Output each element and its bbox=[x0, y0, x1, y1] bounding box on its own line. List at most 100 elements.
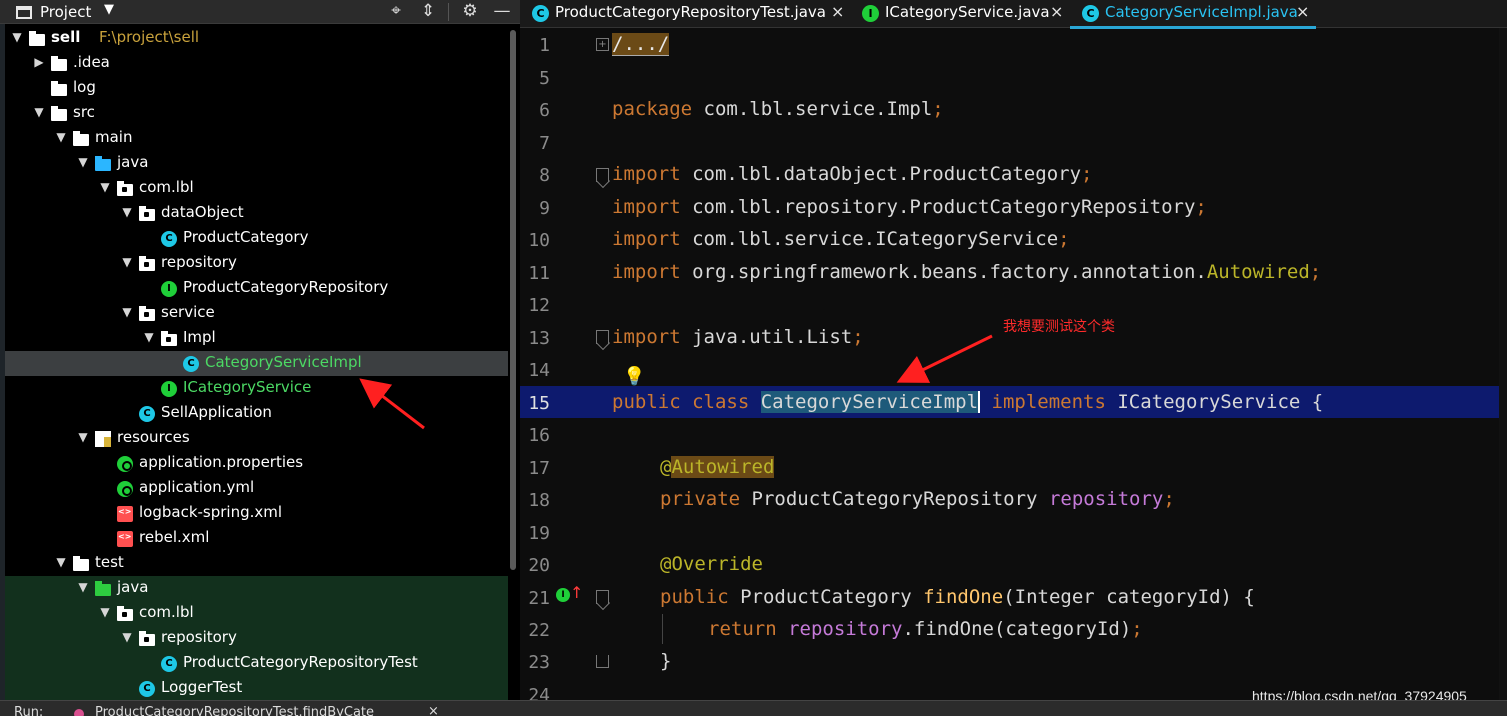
line-number[interactable]: 14 bbox=[520, 360, 550, 381]
line-number[interactable]: 7 bbox=[520, 133, 550, 154]
expand-arrow-icon[interactable]: ▼ bbox=[10, 30, 24, 44]
tree-node-label: CategoryServiceImpl bbox=[205, 353, 362, 371]
fold-collapse-icon[interactable] bbox=[596, 168, 609, 182]
code-editor[interactable]: /.../ package com.lbl.service.Impl; impo… bbox=[612, 28, 1502, 700]
expand-arrow-icon[interactable]: ▼ bbox=[76, 155, 90, 169]
expand-arrow-icon[interactable]: ▼ bbox=[120, 305, 134, 319]
line-number[interactable]: 10 bbox=[520, 230, 550, 251]
close-icon[interactable]: × bbox=[1050, 2, 1063, 21]
line-number[interactable]: 20 bbox=[520, 555, 550, 576]
tree-node-sell[interactable]: ▼ sell F:\project\sell bbox=[5, 26, 508, 51]
tree-node-java[interactable]: ▼ java bbox=[5, 576, 508, 601]
collapse-arrow-icon[interactable]: ▶ bbox=[32, 55, 46, 69]
implements-gutter-icon[interactable]: I bbox=[556, 588, 570, 602]
fold-collapse-icon[interactable] bbox=[596, 590, 609, 604]
class-icon: C bbox=[161, 656, 177, 672]
expand-arrow-icon[interactable]: ▼ bbox=[120, 205, 134, 219]
tree-node-application-properties[interactable]: application.properties bbox=[5, 451, 508, 476]
fold-collapse-icon[interactable] bbox=[596, 330, 609, 344]
line-number[interactable]: 21 bbox=[520, 588, 550, 609]
expand-arrow-icon[interactable]: ▼ bbox=[142, 330, 156, 344]
line-number[interactable]: 8 bbox=[520, 165, 550, 186]
line-number[interactable]: 5 bbox=[520, 68, 550, 89]
tree-node-java[interactable]: ▼ java bbox=[5, 151, 508, 176]
line-number[interactable]: 19 bbox=[520, 523, 550, 544]
tree-node-productcategory[interactable]: C ProductCategory bbox=[5, 226, 508, 251]
class-name-selection[interactable]: CategoryServiceImpl bbox=[760, 391, 981, 413]
project-panel-title[interactable]: Project bbox=[40, 3, 91, 21]
tree-node-main[interactable]: ▼ main bbox=[5, 126, 508, 151]
folded-comment[interactable]: /.../ bbox=[612, 33, 670, 56]
tree-node-loggertest[interactable]: C LoggerTest bbox=[5, 676, 508, 701]
tree-scrollbar[interactable] bbox=[510, 30, 516, 570]
chevron-down-icon[interactable]: ▼ bbox=[104, 2, 114, 17]
collapse-icon[interactable]: ⇕ bbox=[417, 1, 439, 21]
run-config-tab[interactable]: ProductCategoryRepositoryTest.findByCate bbox=[95, 705, 374, 716]
fold-expand-icon[interactable]: + bbox=[596, 38, 609, 51]
tree-node-label: rebel.xml bbox=[139, 528, 210, 546]
editor-scrollbar[interactable] bbox=[1499, 28, 1507, 700]
tree-node-dataobject[interactable]: ▼ dataObject bbox=[5, 201, 508, 226]
class-icon: C bbox=[139, 406, 155, 422]
tree-node-impl[interactable]: ▼ Impl bbox=[5, 326, 508, 351]
tree-node-application-yml[interactable]: application.yml bbox=[5, 476, 508, 501]
tree-node-label: ProductCategoryRepositoryTest bbox=[183, 653, 418, 671]
tree-node-test[interactable]: ▼ test bbox=[5, 551, 508, 576]
line-number[interactable]: 6 bbox=[520, 100, 550, 121]
tree-node-label: resources bbox=[117, 428, 190, 446]
line-number[interactable]: 13 bbox=[520, 328, 550, 349]
tree-node-categoryserviceimpl[interactable]: C CategoryServiceImpl bbox=[5, 351, 508, 376]
tab-category-service-impl[interactable]: C CategoryServiceImpl.java × bbox=[1070, 0, 1316, 29]
minimize-icon[interactable]: — bbox=[491, 1, 513, 21]
tree-node-label: src bbox=[73, 103, 95, 121]
expand-arrow-icon[interactable]: ▼ bbox=[120, 255, 134, 269]
expand-arrow-icon[interactable]: ▼ bbox=[54, 130, 68, 144]
expand-arrow-icon[interactable]: ▼ bbox=[54, 555, 68, 569]
expand-arrow-icon[interactable]: ▼ bbox=[76, 580, 90, 594]
tab-product-category-repository-test[interactable]: C ProductCategoryRepositoryTest.java × bbox=[520, 0, 850, 28]
line-number[interactable]: 15 bbox=[520, 393, 550, 414]
line-number[interactable]: 9 bbox=[520, 198, 550, 219]
target-icon[interactable]: ⌖ bbox=[385, 1, 407, 21]
line-number[interactable]: 18 bbox=[520, 490, 550, 511]
tree-node-label: sell bbox=[51, 28, 81, 46]
close-icon[interactable]: × bbox=[831, 2, 844, 21]
line-number[interactable]: 16 bbox=[520, 425, 550, 446]
expand-arrow-icon[interactable]: ▼ bbox=[120, 630, 134, 644]
tree-node-log[interactable]: log bbox=[5, 76, 508, 101]
tree-node-src[interactable]: ▼ src bbox=[5, 101, 508, 126]
line-number[interactable]: 11 bbox=[520, 263, 550, 284]
line-number[interactable]: 12 bbox=[520, 295, 550, 316]
gear-icon[interactable]: ⚙ bbox=[459, 1, 481, 21]
tree-node-repository[interactable]: ▼ repository bbox=[5, 626, 508, 651]
line-number[interactable]: 1 bbox=[520, 35, 550, 56]
expand-arrow-icon[interactable]: ▼ bbox=[76, 430, 90, 444]
tree-node-resources[interactable]: ▼ resources bbox=[5, 426, 508, 451]
tree-node-com-lbl[interactable]: ▼ com.lbl bbox=[5, 601, 508, 626]
tree-node-icategoryservice[interactable]: I ICategoryService bbox=[5, 376, 508, 401]
close-icon[interactable]: × bbox=[428, 704, 439, 716]
line-number[interactable]: 24 bbox=[520, 685, 550, 700]
tree-node-productcategoryrepositorytest[interactable]: C ProductCategoryRepositoryTest bbox=[5, 651, 508, 676]
tree-node-rebel-xml[interactable]: rebel.xml bbox=[5, 526, 508, 551]
fold-end-icon[interactable] bbox=[596, 655, 609, 668]
expand-arrow-icon[interactable]: ▼ bbox=[32, 105, 46, 119]
override-arrow-icon[interactable]: ↑ bbox=[570, 583, 583, 602]
line-number[interactable]: 23 bbox=[520, 652, 550, 673]
tree-node-com-lbl[interactable]: ▼ com.lbl bbox=[5, 176, 508, 201]
tree-node-productcategoryrepository[interactable]: I ProductCategoryRepository bbox=[5, 276, 508, 301]
tab-icategory-service[interactable]: I ICategoryService.java × bbox=[850, 0, 1069, 28]
tree-node-service[interactable]: ▼ service bbox=[5, 301, 508, 326]
package-icon bbox=[139, 256, 155, 271]
line-number[interactable]: 17 bbox=[520, 458, 550, 479]
run-tool-bar: Run: ProductCategoryRepositoryTest.findB… bbox=[0, 700, 1507, 716]
tree-node-sellapplication[interactable]: C SellApplication bbox=[5, 401, 508, 426]
expand-arrow-icon[interactable]: ▼ bbox=[98, 180, 112, 194]
tree-node--idea[interactable]: ▶ .idea bbox=[5, 51, 508, 76]
class-icon: C bbox=[532, 5, 549, 22]
close-icon[interactable]: × bbox=[1296, 2, 1309, 21]
line-number[interactable]: 22 bbox=[520, 620, 550, 641]
expand-arrow-icon[interactable]: ▼ bbox=[98, 605, 112, 619]
tree-node-logback-spring-xml[interactable]: logback-spring.xml bbox=[5, 501, 508, 526]
tree-node-repository[interactable]: ▼ repository bbox=[5, 251, 508, 276]
